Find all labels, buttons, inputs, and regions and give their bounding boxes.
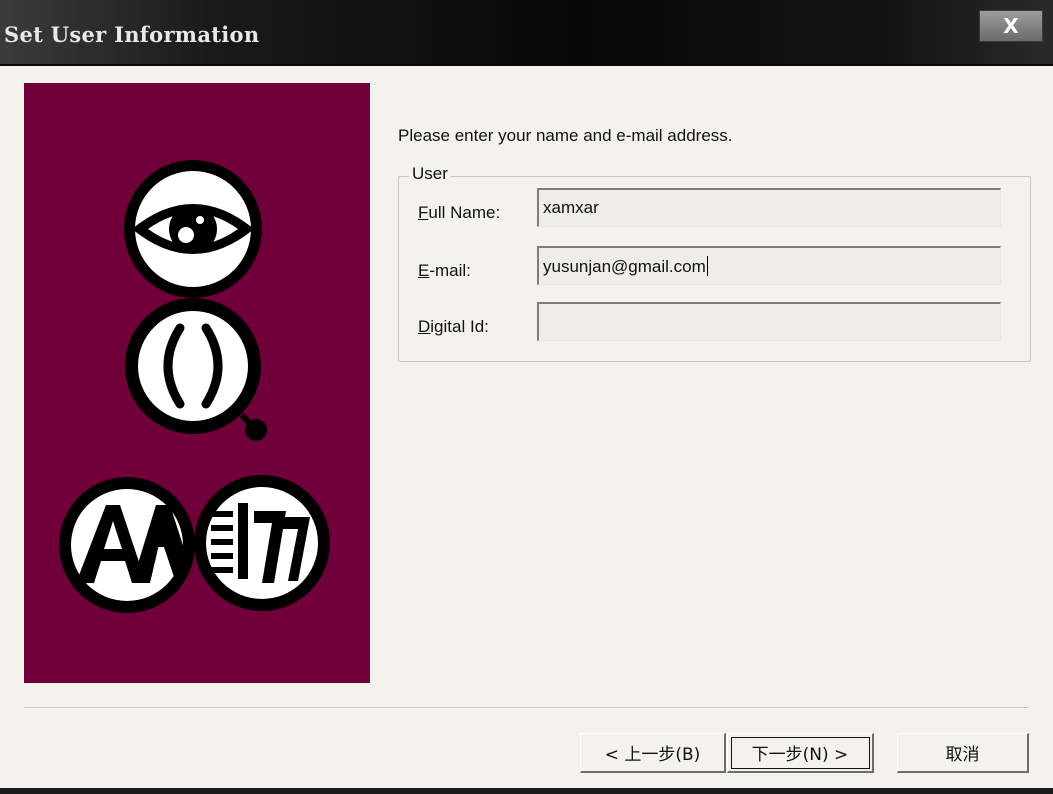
font-icon	[59, 477, 195, 613]
close-icon: X	[1003, 14, 1019, 38]
full-name-label: Full Name:	[418, 203, 500, 223]
digital-id-label-text: igital Id:	[430, 317, 489, 336]
email-field[interactable]: yusunjan@gmail.com	[537, 246, 1001, 285]
digital-id-accelerator: D	[418, 317, 431, 336]
close-button[interactable]: X	[979, 10, 1043, 42]
full-name-accelerator: F	[418, 203, 429, 222]
full-name-label-text: ull Name:	[428, 203, 501, 222]
email-label-text: -mail:	[429, 261, 471, 280]
instruction-text: Please enter your name and e-mail addres…	[398, 126, 733, 145]
full-name-value: xamxar	[543, 198, 599, 217]
full-name-field[interactable]: xamxar	[537, 188, 1001, 227]
text-caret	[706, 256, 708, 276]
button-divider	[24, 707, 1029, 709]
window-title: Set User Information	[4, 22, 260, 47]
document-icon	[194, 475, 330, 611]
email-label: E-mail:	[418, 261, 471, 281]
digital-id-label: Digital Id:	[418, 317, 489, 337]
eye-icon	[124, 160, 262, 298]
magnifier-icon	[125, 298, 267, 441]
wizard-side-panel	[24, 83, 370, 683]
title-bar: Set User Information X	[0, 0, 1053, 66]
email-value: yusunjan@gmail.com	[543, 257, 706, 276]
email-accelerator: E	[418, 261, 430, 280]
next-button[interactable]: 下一步(N) >	[727, 733, 874, 773]
back-button[interactable]: < 上一步(B)	[580, 733, 726, 773]
window-bottom-edge	[0, 788, 1053, 794]
cancel-button[interactable]: 取消	[897, 733, 1029, 773]
user-group-legend: User	[409, 164, 451, 184]
digital-id-field[interactable]	[537, 302, 1001, 341]
wizard-graphic	[59, 160, 330, 613]
